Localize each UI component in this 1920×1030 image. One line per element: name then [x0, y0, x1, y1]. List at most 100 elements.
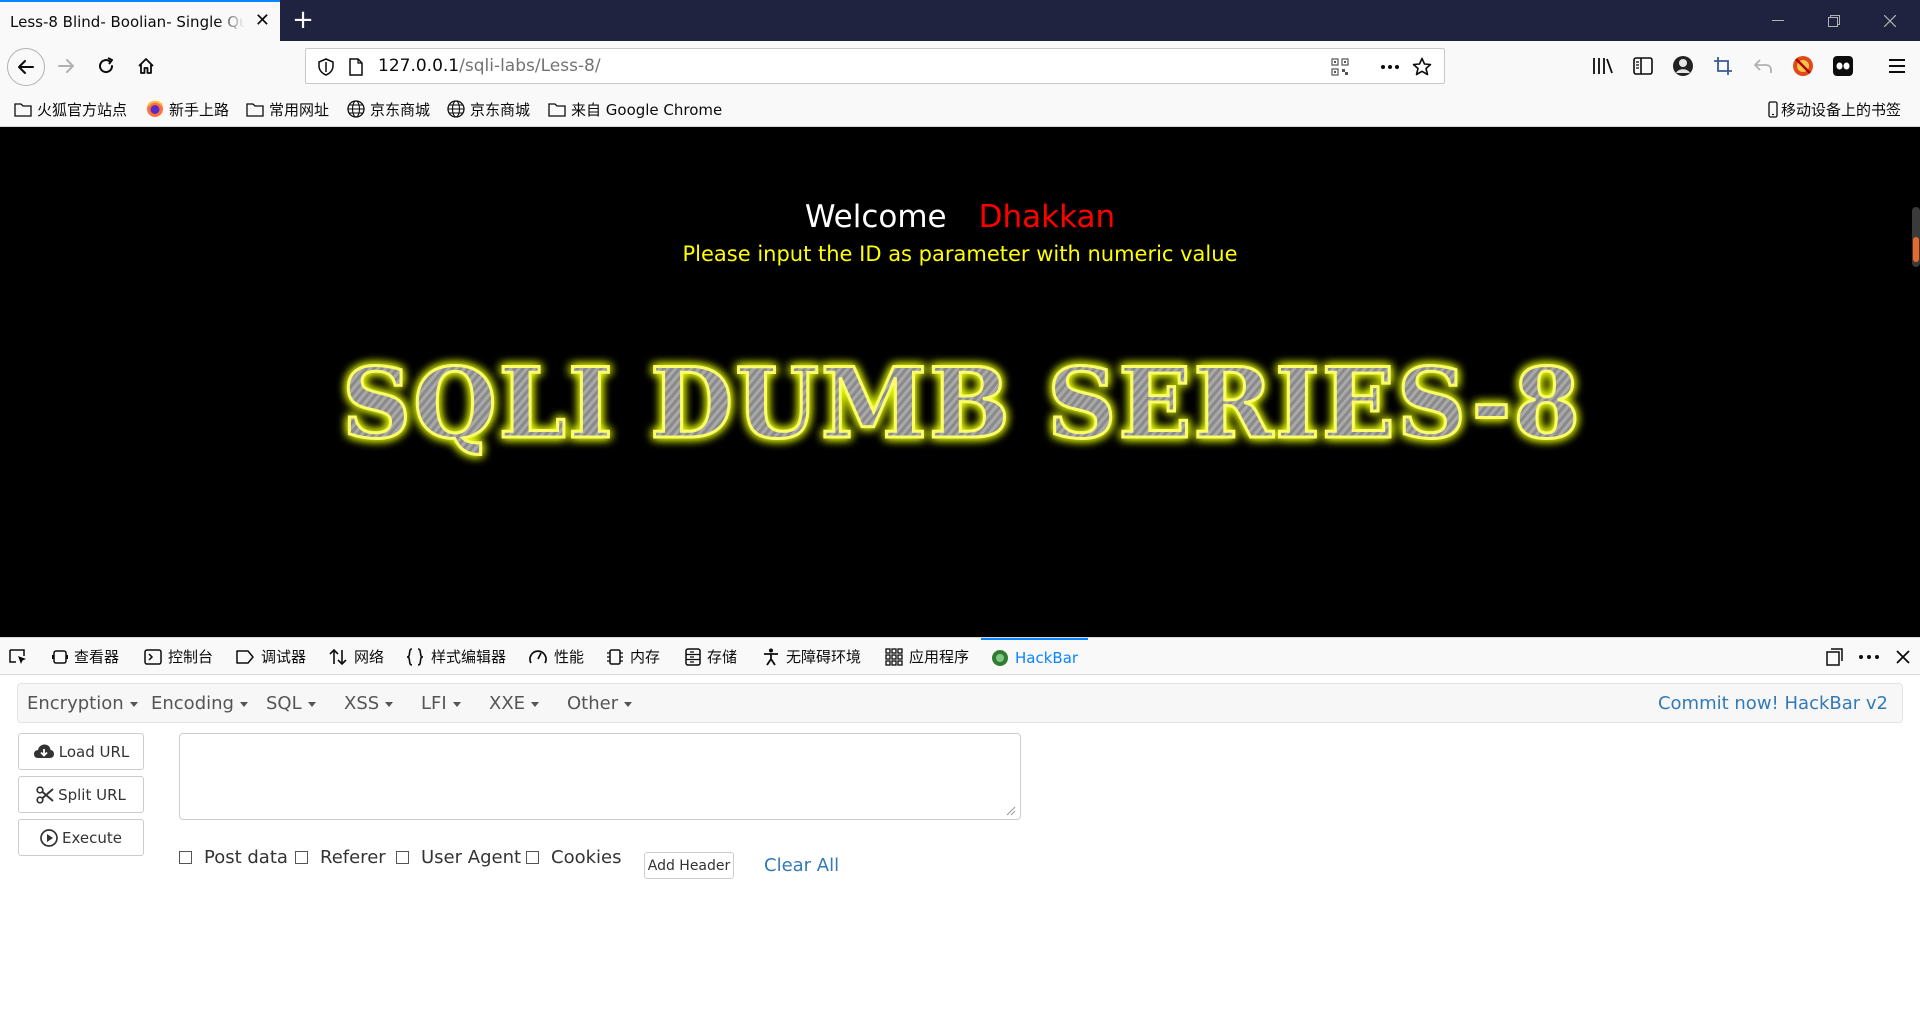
home-button[interactable]	[129, 49, 163, 83]
mobile-bookmarks[interactable]: 移动设备上的书签	[1768, 99, 1901, 119]
devtools-close-button[interactable]	[1896, 638, 1916, 675]
mobile-bookmarks-label: 移动设备上的书签	[1781, 100, 1902, 119]
menu-encoding[interactable]: Encoding	[151, 693, 248, 714]
checkbox-box[interactable]	[295, 850, 308, 864]
welcome-name: Dhakkan	[978, 199, 1116, 235]
bookmark-item[interactable]: 火狐官方站点	[14, 99, 127, 119]
devtools-tab-hackbar[interactable]: HackBar	[981, 638, 1089, 675]
load-url-label: Load URL	[58, 742, 130, 761]
menu-other[interactable]: Other	[567, 693, 633, 714]
devtools-tab-label: 内存	[630, 648, 661, 666]
bookmark-item[interactable]: 京东商城	[347, 99, 430, 119]
hamburger-menu-icon[interactable]	[1884, 53, 1910, 79]
devtools-tab-storage[interactable]: 存储	[685, 638, 737, 675]
new-tab-button[interactable]: +	[288, 6, 318, 36]
page-actions-more-icon[interactable]	[1378, 55, 1402, 79]
inspector-icon	[52, 649, 68, 664]
resize-grip-icon[interactable]	[1006, 806, 1016, 816]
bookmark-item[interactable]: 常用网址	[246, 99, 329, 119]
post-data-checkbox[interactable]: Post data	[179, 845, 288, 869]
commit-now-link[interactable]: Commit now!	[1658, 693, 1779, 714]
devtools-close-icon	[1896, 649, 1910, 664]
home-icon	[138, 58, 154, 74]
page-scrollbar[interactable]	[1912, 207, 1920, 267]
url-textarea[interactable]	[179, 733, 1021, 820]
bookmark-item[interactable]: 来自 Google Chrome	[548, 99, 722, 119]
menu-encryption[interactable]: Encryption	[27, 693, 138, 714]
reload-button[interactable]	[89, 49, 123, 83]
sidebar-toggle-icon[interactable]	[1630, 53, 1656, 79]
caret-down-icon	[531, 701, 540, 707]
devtools-tab-debugger[interactable]: 调试器	[235, 638, 306, 675]
devtools-tab-label: 查看器	[74, 648, 120, 666]
window-close-icon[interactable]	[1862, 0, 1918, 41]
back-button[interactable]	[7, 48, 45, 86]
bookmark-star-icon[interactable]	[1410, 55, 1434, 79]
devtools-toolbar: 查看器 控制台 调试器 网络 样式编辑器 性能 内存 存储 无障碍环境 应用程序…	[0, 637, 1920, 675]
welcome-text: Welcome	[804, 199, 947, 235]
private-mask-icon[interactable]	[1830, 53, 1856, 79]
menu-label: Encryption	[27, 693, 124, 714]
url-bar[interactable]: 127.0.0.1/sqli-labs/Less-8/	[305, 48, 1445, 84]
forward-button[interactable]	[49, 49, 83, 83]
folder-icon	[14, 102, 32, 117]
cookies-checkbox[interactable]: Cookies	[526, 845, 621, 869]
instruction-text: Please input the ID as parameter with nu…	[682, 242, 1238, 266]
page-info-icon[interactable]	[344, 55, 368, 79]
accessibility-icon	[764, 648, 778, 665]
checkbox-box[interactable]	[396, 850, 409, 864]
menu-xss[interactable]: XSS	[344, 693, 394, 714]
split-url-button[interactable]: Split URL	[18, 776, 144, 813]
clear-all-link[interactable]: Clear All	[764, 855, 839, 876]
minimize-icon[interactable]	[1750, 0, 1806, 41]
menu-label: Other	[567, 693, 619, 714]
devtools-tab-network[interactable]: 网络	[328, 638, 384, 675]
devtools-tab-application[interactable]: 应用程序	[885, 638, 969, 675]
undo-arrow-icon[interactable]	[1750, 53, 1776, 79]
cloud-download-icon	[33, 744, 54, 758]
menu-sql[interactable]: SQL	[266, 693, 316, 714]
tab-close-icon[interactable]: ✕	[255, 11, 270, 31]
menu-lfi[interactable]: LFI	[421, 693, 461, 714]
element-picker-button[interactable]	[8, 638, 34, 675]
bookmark-item[interactable]: 新手上路	[146, 99, 229, 119]
tracking-protection-shield-icon[interactable]	[314, 55, 338, 79]
devtools-tab-memory[interactable]: 内存	[606, 638, 660, 675]
devtools-tab-label: 性能	[554, 648, 585, 666]
tab-title: Less-8 Blind- Boolian- Single Quotes- St…	[10, 12, 245, 31]
devtools-tab-style-editor[interactable]: 样式编辑器	[405, 638, 506, 675]
add-header-button[interactable]: Add Header	[644, 852, 734, 879]
scissors-icon	[36, 785, 54, 804]
hackbar-menubar: Encryption Encoding SQL XSS LFI XXE Othe…	[17, 683, 1903, 723]
network-icon	[329, 648, 347, 665]
devtools-tab-console[interactable]: 控制台	[144, 638, 213, 675]
dock-side-button[interactable]	[1825, 638, 1849, 675]
menu-xxe[interactable]: XXE	[489, 693, 540, 714]
tab-sqli-less-8[interactable]: Less-8 Blind- Boolian- Single Quotes- St…	[0, 0, 280, 41]
devtools-tab-inspector[interactable]: 查看器	[52, 638, 119, 675]
checkbox-box[interactable]	[526, 850, 539, 864]
screenshot-crop-icon[interactable]	[1710, 53, 1736, 79]
url-text[interactable]: 127.0.0.1/sqli-labs/Less-8/	[378, 56, 601, 76]
devtools-tab-label: 控制台	[168, 648, 214, 666]
devtools-tab-performance[interactable]: 性能	[528, 638, 584, 675]
devtools-more-button[interactable]	[1858, 638, 1886, 675]
page-content: Welcome Dhakkan Please input the ID as pa…	[0, 127, 1920, 637]
library-icon[interactable]	[1590, 53, 1616, 79]
restore-icon[interactable]	[1806, 0, 1862, 41]
noscript-icon[interactable]	[1790, 53, 1816, 79]
caret-down-icon	[385, 701, 394, 707]
user-agent-checkbox[interactable]: User Agent	[396, 845, 521, 869]
bookmark-label: 京东商城	[470, 100, 531, 119]
qr-code-icon[interactable]	[1328, 55, 1352, 79]
account-avatar-icon[interactable]	[1670, 53, 1696, 79]
firefox-icon	[147, 100, 163, 117]
referer-checkbox[interactable]: Referer	[295, 845, 386, 869]
globe-icon	[347, 100, 365, 118]
bookmark-item[interactable]: 京东商城	[447, 99, 530, 119]
devtools-tab-label: 调试器	[261, 648, 307, 666]
execute-button[interactable]: Execute	[18, 819, 144, 856]
checkbox-box[interactable]	[179, 850, 192, 864]
devtools-tab-accessibility[interactable]: 无障碍环境	[762, 638, 861, 675]
load-url-button[interactable]: Load URL	[18, 733, 144, 770]
